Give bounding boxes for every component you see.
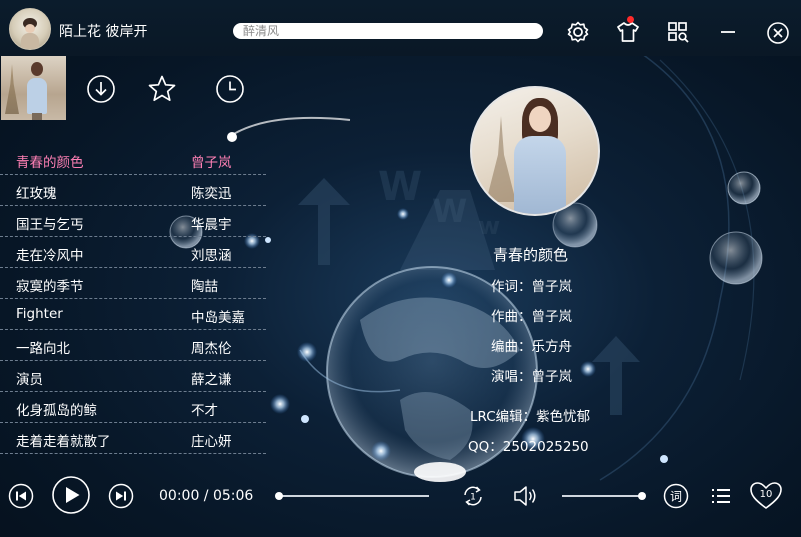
lyricist-credit: 作词：曾子岚 (491, 279, 572, 295)
svg-text:词: 词 (670, 490, 682, 504)
minimize-icon[interactable] (715, 19, 741, 45)
progress-slider[interactable] (275, 492, 429, 500)
playlist-row[interactable]: 一路向北 周杰伦 (0, 330, 266, 361)
music-player-window: W W w 陌上花 彼岸开 醉清风 青春的颜色 曾子岚 红玫瑰 陈奕迅 国王与乞… (0, 0, 801, 537)
app-title: 陌上花 彼岸开 (59, 24, 148, 40)
song-artist: 曾子岚 (191, 155, 232, 171)
skin-shirt-icon[interactable] (615, 19, 641, 45)
volume-slider[interactable] (562, 492, 646, 500)
song-artist: 中岛美嘉 (191, 310, 245, 326)
song-artist: 不才 (191, 403, 218, 419)
song-artist: 庄心妍 (191, 434, 232, 450)
playlist: 青春的颜色 曾子岚 红玫瑰 陈奕迅 国王与乞丐 华晨宇 走在冷风中 刘思涵 寂寞… (0, 144, 266, 454)
song-artist: 陶喆 (191, 279, 218, 295)
singer-credit: 演唱：曾子岚 (491, 369, 572, 385)
playlist-row[interactable]: 红玫瑰 陈奕迅 (0, 175, 266, 206)
song-title: 走着走着就散了 (16, 434, 111, 450)
arranger-credit: 编曲：乐方舟 (491, 339, 572, 355)
settings-gear-icon[interactable] (565, 19, 591, 45)
playlist-row[interactable]: 走在冷风中 刘思涵 (0, 237, 266, 268)
close-icon[interactable] (765, 20, 791, 46)
song-title: 演员 (16, 372, 43, 388)
user-avatar[interactable] (9, 8, 51, 50)
song-artist: 陈奕迅 (191, 186, 232, 202)
song-title: 化身孤岛的鲸 (16, 403, 97, 419)
history-clock-icon[interactable] (215, 74, 245, 104)
song-artist: 周杰伦 (191, 341, 232, 357)
lrc-editor-credit: LRC编辑：紫色忧郁 (470, 409, 591, 425)
song-artist: 薛之谦 (191, 372, 232, 388)
song-title: 一路向北 (16, 341, 70, 357)
qq-contact: QQ：2502025250 (468, 439, 589, 455)
next-track-icon[interactable] (108, 483, 134, 509)
song-artist: 华晨宇 (191, 217, 232, 233)
progress-knob[interactable] (275, 492, 283, 500)
song-artist: 刘思涵 (191, 248, 232, 264)
playlist-menu-icon[interactable] (710, 485, 732, 507)
like-count: 10 (760, 489, 773, 500)
search-input[interactable] (233, 23, 543, 39)
like-heart-icon[interactable]: 10 (749, 480, 783, 512)
playback-time: 00:00 / 05:06 (159, 488, 254, 504)
now-playing-title: 青春的颜色 (493, 246, 569, 264)
volume-icon[interactable] (511, 483, 539, 509)
song-title: 走在冷风中 (16, 248, 84, 264)
repeat-mode-icon[interactable]: 1 (460, 483, 486, 509)
song-title: 寂寞的季节 (16, 279, 84, 295)
playlist-row[interactable]: 走着走着就散了 庄心妍 (0, 423, 266, 454)
playlist-row[interactable]: 演员 薛之谦 (0, 361, 266, 392)
playlist-row[interactable]: 化身孤岛的鲸 不才 (0, 392, 266, 423)
lyrics-toggle-icon[interactable]: 词 (663, 483, 689, 509)
svg-text:1: 1 (470, 493, 476, 503)
playlist-row[interactable]: 国王与乞丐 华晨宇 (0, 206, 266, 237)
playlist-row[interactable]: 寂寞的季节 陶喆 (0, 268, 266, 299)
playlist-row[interactable]: 青春的颜色 曾子岚 (0, 144, 266, 175)
favorite-star-icon[interactable] (147, 74, 177, 104)
song-title: 青春的颜色 (16, 155, 84, 171)
svg-text:W: W (378, 164, 422, 210)
song-title: 红玫瑰 (16, 186, 57, 202)
playlist-row[interactable]: Fighter 中岛美嘉 (0, 299, 266, 330)
album-thumbnail[interactable] (1, 56, 66, 120)
app-grid-search-icon[interactable] (665, 19, 691, 45)
play-icon[interactable] (51, 475, 91, 515)
composer-credit: 作曲：曾子岚 (491, 309, 572, 325)
previous-track-icon[interactable] (8, 483, 34, 509)
download-icon[interactable] (86, 74, 116, 104)
volume-knob[interactable] (638, 492, 646, 500)
song-title: 国王与乞丐 (16, 217, 84, 233)
notification-dot (627, 16, 634, 23)
song-title: Fighter (16, 306, 63, 322)
album-cover-disc (470, 86, 600, 216)
